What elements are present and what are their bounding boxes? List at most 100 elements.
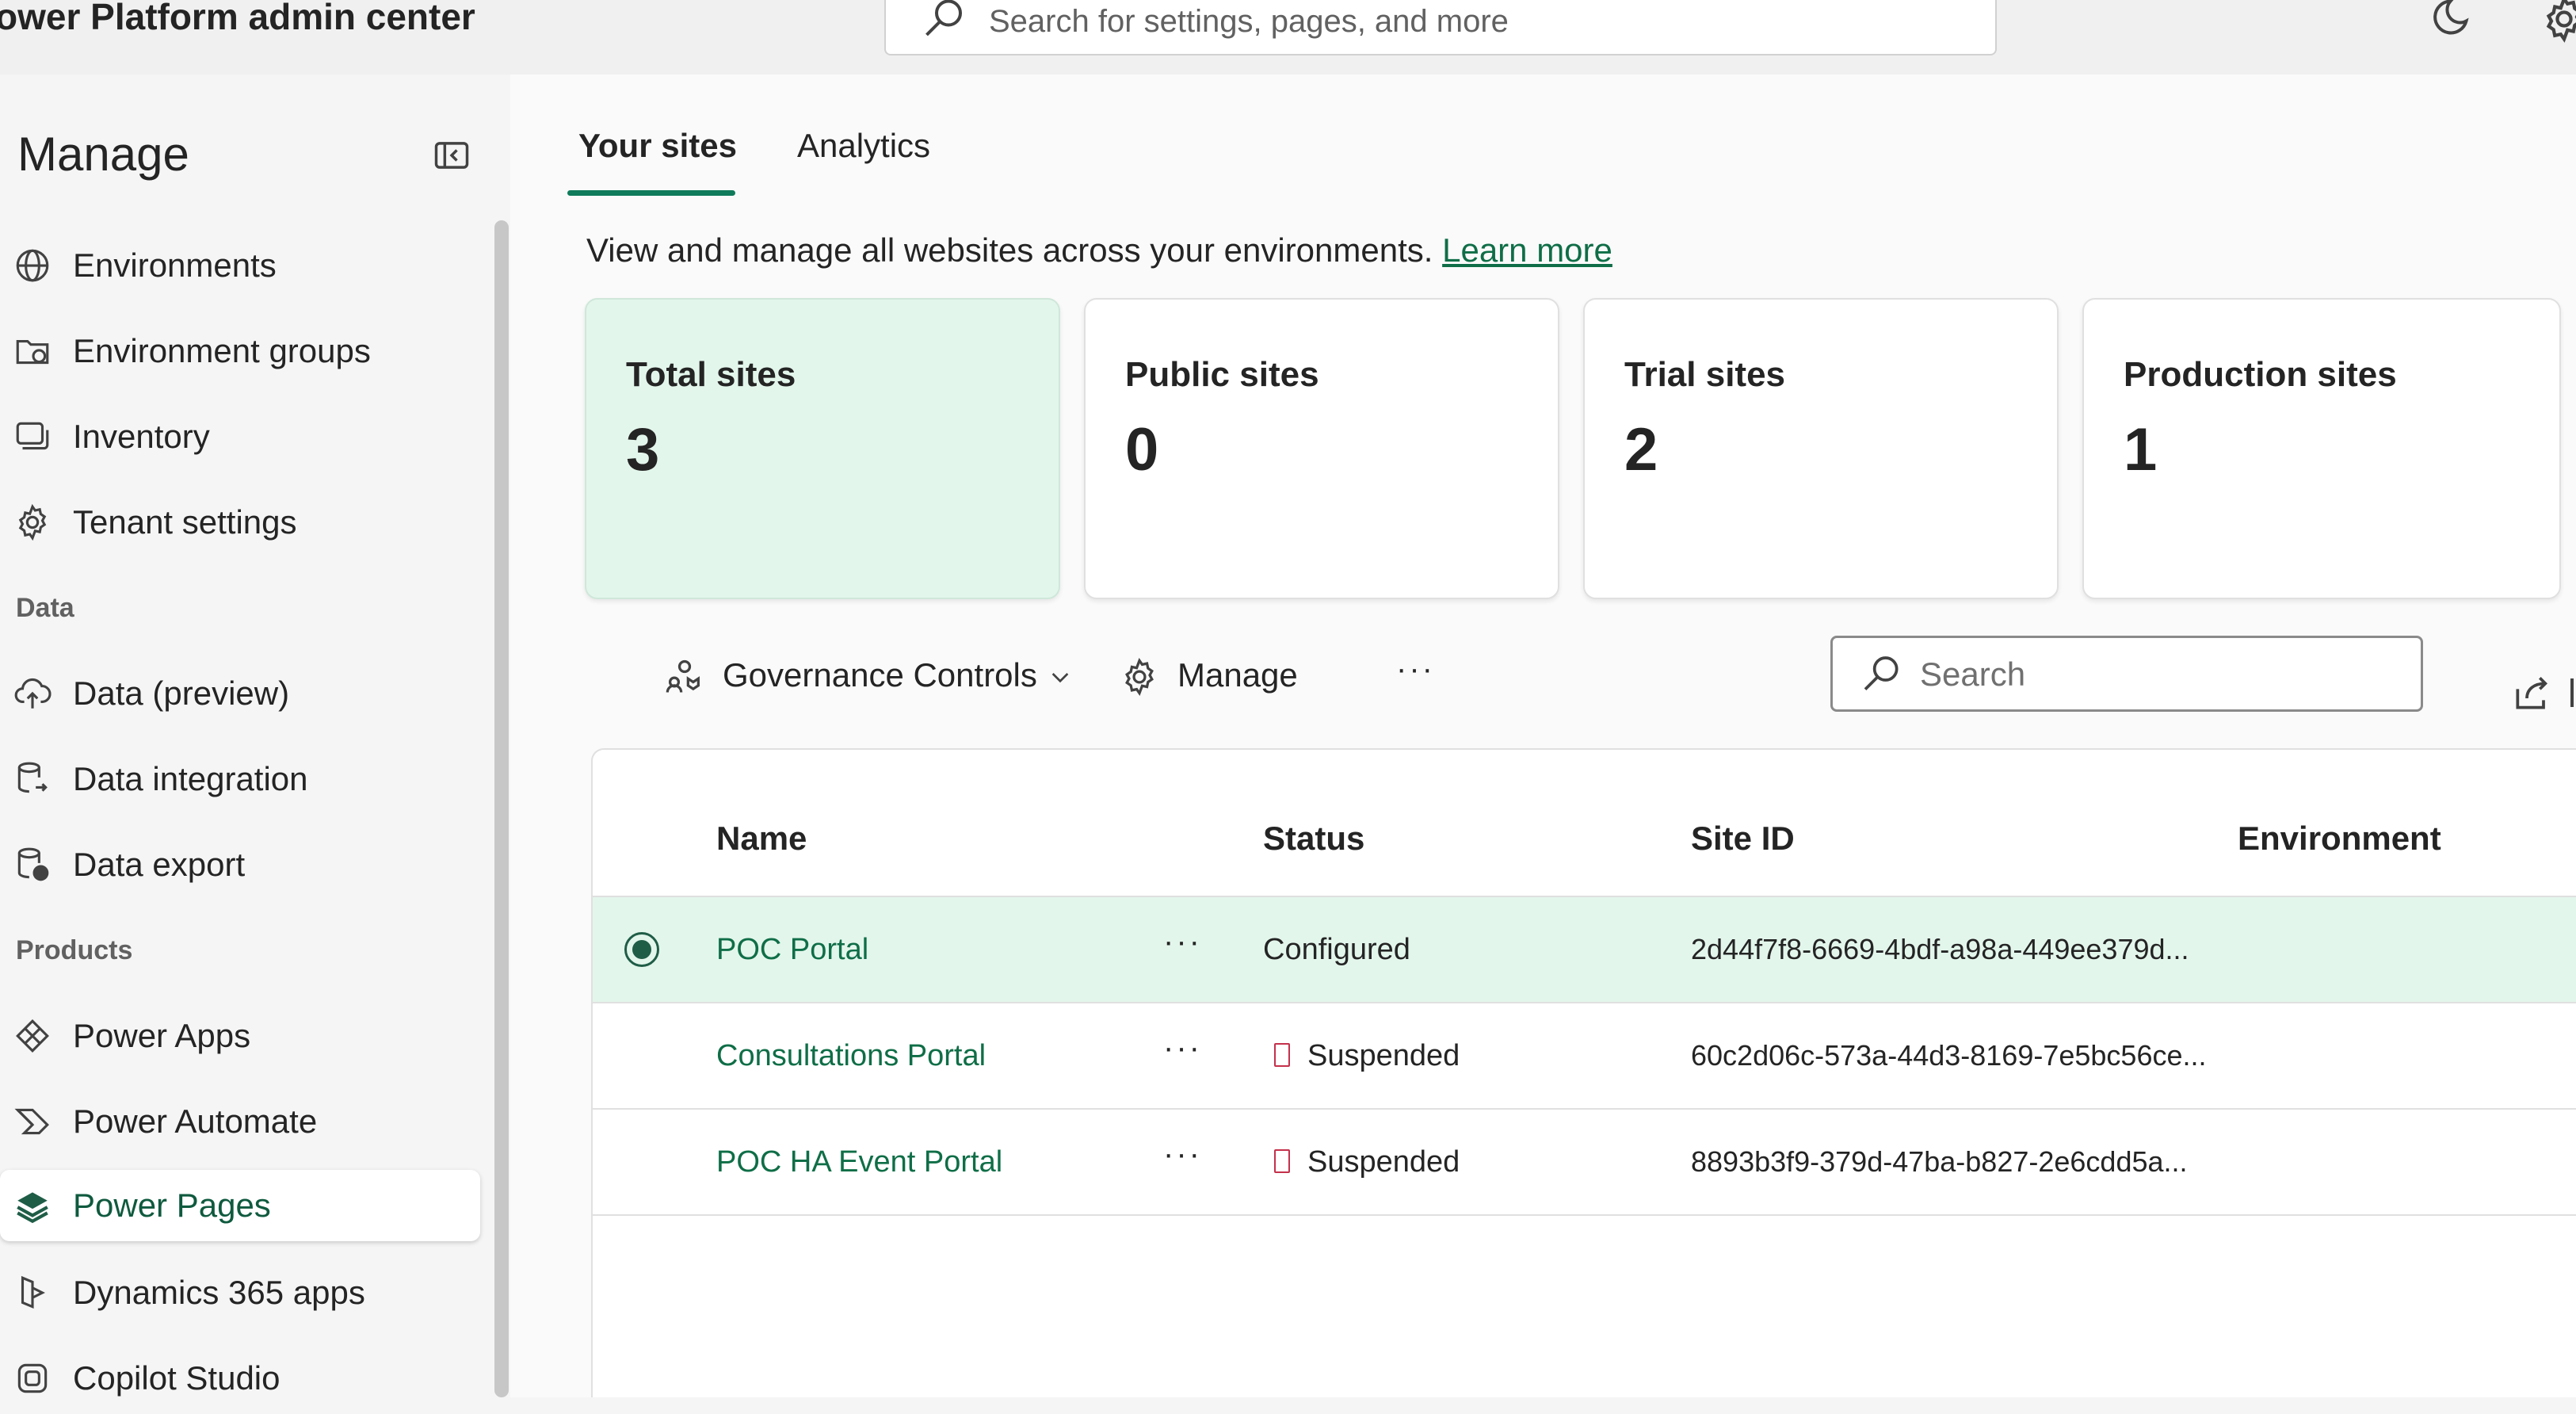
card-public-sites[interactable]: Public sites 0 (1084, 298, 1559, 599)
table-row[interactable]: POC Portal ··· Configured 2d44f7f8-6669-… (593, 896, 2576, 1002)
search-icon (925, 0, 962, 36)
database-export-icon (17, 847, 49, 881)
site-name-link[interactable]: POC Portal (716, 897, 868, 1002)
sidebar-section-data: Data (16, 593, 74, 623)
governance-controls-button[interactable]: Governance Controls (664, 644, 1076, 707)
site-id: 8893b3f9-379d-47ba-b827-2e6cdd5a... (1691, 1145, 2188, 1178)
selected-tab-indicator (567, 190, 735, 196)
inventory-icon (16, 422, 49, 450)
global-search-placeholder: Search for settings, pages, and more (989, 4, 1509, 39)
learn-more-link[interactable]: Learn more (1442, 231, 1612, 269)
gear-icon (1125, 657, 1154, 697)
power-apps-icon (16, 1019, 49, 1053)
power-pages-icon (17, 1192, 48, 1224)
governance-controls-label: Governance Controls (723, 656, 1037, 694)
settings-gear-icon[interactable] (2539, 0, 2576, 44)
sidebar-item-power-pages[interactable]: Power Pages (0, 1170, 480, 1241)
table-row[interactable]: POC HA Event Portal ··· Suspended 8893b3… (593, 1108, 2576, 1216)
app-title[interactable]: ower Platform admin center (0, 0, 475, 38)
sidebar-item-label: Data integration (73, 760, 308, 797)
sidebar-item-label: Environment groups (73, 332, 371, 369)
sidebar-item-data-integration[interactable]: Data integration (0, 743, 480, 815)
manage-button[interactable]: Manage (1119, 644, 1309, 707)
sidebar-item-power-apps[interactable]: Power Apps (0, 1000, 480, 1072)
sidebar-item-label: Dynamics 365 apps (73, 1274, 365, 1311)
site-id: 60c2d06c-573a-44d3-8169-7e5bc56ce... (1691, 1039, 2207, 1072)
sidebar-item-copilot-studio[interactable]: Copilot Studio (0, 1343, 480, 1414)
row-more-actions[interactable]: ··· (1163, 889, 1202, 994)
sidebar-item-label: Power Apps (73, 1017, 251, 1054)
sidebar-item-label: Data (preview) (73, 675, 290, 712)
copilot-studio-icon (17, 1363, 48, 1393)
intro-text: View and manage all websites across your… (586, 231, 1612, 269)
card-title: Total sites (626, 355, 796, 394)
column-header-site-id[interactable]: Site ID (1691, 820, 1795, 858)
collapse-nav-icon[interactable] (431, 135, 472, 176)
suspended-status-icon (1274, 1043, 1290, 1067)
intro-description: View and manage all websites across your… (586, 231, 1443, 269)
sidebar-item-data-export[interactable]: Data export (0, 829, 480, 900)
global-search-box[interactable]: Search for settings, pages, and more (884, 0, 1997, 55)
search-icon (1864, 656, 1899, 690)
sidebar-item-label: Copilot Studio (73, 1359, 280, 1397)
card-production-sites[interactable]: Production sites 1 (2082, 298, 2561, 599)
card-trial-sites[interactable]: Trial sites 2 (1583, 298, 2059, 599)
column-header-environment[interactable]: Environment (2238, 820, 2441, 858)
sidebar-item-label: Environments (73, 246, 277, 284)
sidebar-section-products: Products (16, 935, 133, 965)
tab-analytics[interactable]: Analytics (797, 127, 930, 165)
card-title: Public sites (1125, 355, 1319, 394)
sidebar-item-inventory[interactable]: Inventory (0, 401, 480, 472)
sidebar-scrollbar[interactable] (494, 220, 509, 1397)
card-value: 3 (626, 416, 660, 483)
database-link-icon (17, 762, 48, 793)
card-title: Production sites (2124, 355, 2397, 394)
sidebar-item-label: Data export (73, 846, 246, 883)
site-id: 2d44f7f8-6669-4bdf-a98a-449ee379d... (1691, 933, 2189, 965)
site-status: Suspended (1307, 1145, 1460, 1179)
cloud-upload-icon (14, 678, 52, 709)
card-total-sites[interactable]: Total sites 3 (585, 298, 1060, 599)
sidebar-item-label: Inventory (73, 418, 210, 455)
sidebar-item-power-automate[interactable]: Power Automate (0, 1086, 480, 1157)
site-name-link[interactable]: POC HA Event Portal (716, 1110, 1002, 1214)
manage-label: Manage (1177, 656, 1298, 694)
column-header-status[interactable]: Status (1263, 820, 1364, 858)
sidebar-item-dynamics-365-apps[interactable]: Dynamics 365 apps (0, 1257, 480, 1328)
chevron-down-icon (1051, 673, 1069, 683)
sidebar-item-environment-groups[interactable]: Environment groups (0, 315, 480, 387)
dark-mode-moon-icon[interactable] (2425, 0, 2472, 43)
suspended-status-icon (1274, 1149, 1290, 1173)
sidebar-heading: Manage (17, 128, 189, 181)
more-actions-button[interactable]: ··· (1393, 644, 1456, 707)
card-value: 2 (1624, 416, 1658, 483)
card-value: 0 (1125, 416, 1159, 483)
folder-globe-icon (16, 339, 49, 365)
governance-people-icon (666, 659, 700, 693)
more-actions-label: ··· (1396, 652, 1435, 686)
power-automate-icon (14, 1108, 49, 1135)
column-header-name[interactable]: Name (716, 820, 807, 858)
toolbar-overflow-edge (2570, 678, 2574, 707)
site-status: Suspended (1307, 1039, 1460, 1072)
gear-icon (18, 503, 47, 541)
dynamics-icon (21, 1275, 45, 1309)
card-value: 1 (2124, 416, 2158, 483)
row-more-actions[interactable]: ··· (1163, 996, 1202, 1100)
card-title: Trial sites (1624, 355, 1786, 394)
sidebar-item-environments[interactable]: Environments (0, 230, 480, 301)
row-select-radio[interactable] (624, 932, 659, 967)
sidebar-item-data-preview[interactable]: Data (preview) (0, 658, 480, 729)
table-row[interactable]: Consultations Portal ··· Suspended 60c2d… (593, 1002, 2576, 1108)
sidebar-item-label: Tenant settings (73, 503, 297, 541)
sites-search-input[interactable] (1918, 649, 2397, 700)
sidebar-item-label: Power Automate (73, 1103, 318, 1140)
sidebar-item-label: Power Pages (73, 1187, 271, 1224)
row-more-actions[interactable]: ··· (1163, 1102, 1202, 1206)
globe-icon (16, 249, 49, 282)
site-name-link[interactable]: Consultations Portal (716, 1003, 986, 1108)
sites-search-box[interactable] (1830, 636, 2423, 712)
sidebar-item-tenant-settings[interactable]: Tenant settings (0, 487, 480, 558)
share-export-icon[interactable] (2510, 671, 2555, 715)
tab-your-sites[interactable]: Your sites (578, 127, 737, 165)
